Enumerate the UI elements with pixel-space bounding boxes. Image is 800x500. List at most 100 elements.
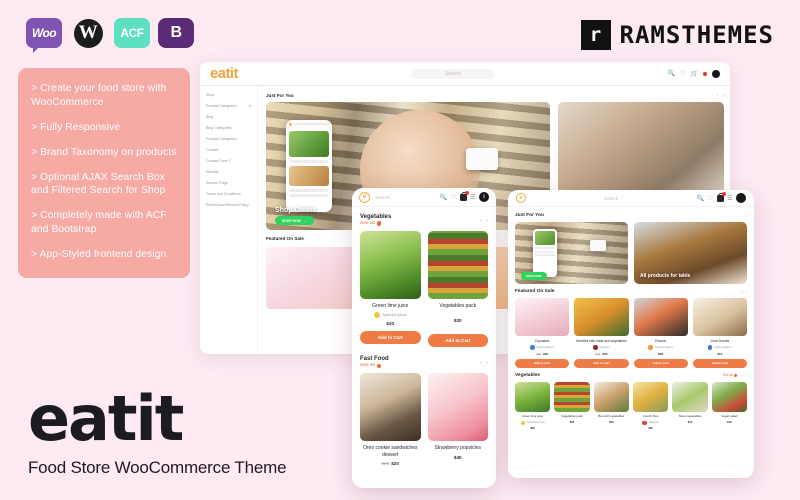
sidebar-item-label: Blog Categories <box>206 125 232 130</box>
section-title-just-for-you: Just For You <box>266 93 294 98</box>
product-image <box>360 231 421 299</box>
product-card[interactable]: Bun with vegetables $20 <box>593 381 629 430</box>
product-price: $40 <box>453 454 462 460</box>
see-all-link[interactable]: See all <box>723 373 738 377</box>
phone-search-input[interactable]: Search <box>375 195 435 200</box>
add-to-cart-button[interactable]: Add to Cart <box>515 358 570 368</box>
carousel-prev-icon[interactable]: ‹ <box>741 289 742 294</box>
product-card[interactable]: Vegetables pack $20 <box>554 381 590 430</box>
avatar[interactable] <box>736 193 746 203</box>
cart-badge <box>464 191 469 195</box>
product-card[interactable]: Sliced vegetables $15 <box>672 381 708 430</box>
add-to-cart-button[interactable]: Add to Cart <box>692 358 747 368</box>
add-to-cart-button[interactable]: Add to Cart <box>574 358 629 368</box>
add-to-cart-button[interactable]: Add to Cart <box>427 334 488 348</box>
see-all-icon <box>376 363 382 368</box>
carousel-next-icon[interactable]: › <box>486 218 488 224</box>
shop-now-button[interactable]: SHOP NOW <box>521 272 547 280</box>
wishlist-icon[interactable]: ♡ <box>708 195 713 202</box>
carousel-next-icon[interactable]: › <box>746 289 747 294</box>
wishlist-icon[interactable]: ♡ <box>451 194 456 201</box>
desktop-search-bar[interactable]: Search <box>246 68 660 79</box>
hero-banner-shop-online[interactable]: SHOP NOW <box>515 222 628 284</box>
avatar[interactable] <box>712 69 720 78</box>
product-image <box>515 298 570 336</box>
tablet-search-input[interactable]: Search <box>532 196 691 201</box>
product-brand: DigDug Bakery <box>693 345 747 350</box>
search-icon[interactable]: 🔍 <box>440 194 447 201</box>
section-title: Vegetables <box>515 372 541 378</box>
cart-badge <box>721 192 726 196</box>
product-price: $14 <box>717 351 723 356</box>
menu-icon[interactable]: ☰ <box>727 195 732 202</box>
wishlist-icon[interactable]: ♡ <box>680 70 685 77</box>
product-card[interactable]: Vegan salad $18 <box>711 381 747 430</box>
carousel-prev-icon[interactable]: ‹ <box>741 213 742 218</box>
product-price: $20 <box>648 427 653 431</box>
sidebar-item-product-categories[interactable]: Product Categories ▾ <box>206 104 251 108</box>
desktop-sidebar: Shop Product Categories ▾ Blog Blog Categ… <box>200 86 258 354</box>
sidebar-item-shop[interactable]: Shop <box>206 93 251 97</box>
bootstrap-logo-label: B <box>170 24 182 41</box>
add-to-cart-button[interactable]: Add to Cart <box>633 358 688 368</box>
carousel-next-icon[interactable]: › <box>722 93 724 99</box>
sidebar-item-contact-form-7[interactable]: Contact Form 7 <box>206 159 251 163</box>
carousel-prev-icon[interactable]: ‹ <box>717 93 719 99</box>
product-card[interactable]: Vegetables pack $20 Add to Cart <box>427 231 488 348</box>
menu-icon[interactable]: ☰ <box>470 194 475 201</box>
desktop-site-logo[interactable]: eatit <box>210 65 238 82</box>
feature-item: > Completely made with ACF and Bootstrap <box>31 210 167 236</box>
product-card[interactable]: Green lime juice Splendor juices $20 <box>515 381 551 430</box>
cart-icon[interactable] <box>459 191 469 201</box>
desktop-header-icons: 🔍 ♡ 🛒 <box>668 69 720 78</box>
product-card[interactable]: Cupcakes DigDug Bakery $50 $40 Add to Car… <box>515 298 570 368</box>
search-icon[interactable]: 🔍 <box>697 195 704 202</box>
product-name: Vegetables pack <box>439 303 477 309</box>
product-sale-price: $20 <box>391 460 399 466</box>
product-card[interactable]: Oreo cookie sandwiches dessert $25 $20 <box>360 373 421 466</box>
product-card[interactable]: Prawns Gourmet Farms $28 Add to Cart <box>633 298 688 368</box>
product-card[interactable]: French fries Vitapoint $20 <box>632 381 669 431</box>
sidebar-item-blog[interactable]: Blog <box>206 115 251 119</box>
sidebar-item-terms[interactable]: Terms and Conditions <box>206 192 251 196</box>
carousel-next-icon[interactable]: › <box>486 360 488 366</box>
sidebar-item-sample-page[interactable]: Sample Page <box>206 181 251 185</box>
hero-title: All products for table <box>640 273 691 279</box>
sidebar-item-refund-policy[interactable]: Refund and Returns Policy <box>206 203 251 207</box>
ramsthemes-wordmark: RAMSTHEMES <box>619 21 774 49</box>
see-all-link[interactable]: See all <box>360 221 391 226</box>
add-to-cart-button[interactable]: Add to Cart <box>360 331 421 345</box>
brand-label: Gourmet Farms <box>654 346 673 350</box>
product-card[interactable]: Strawberry popsicles $40 <box>427 373 488 466</box>
sidebar-item-label: Refund and Returns Policy <box>206 202 249 207</box>
sidebar-item-product-categories-2[interactable]: Product Categories <box>206 137 251 141</box>
cart-icon[interactable]: 🛒 <box>691 70 698 77</box>
search-icon[interactable]: 🔍 <box>668 70 675 77</box>
product-price: $45 $30 <box>574 352 628 356</box>
cart-icon[interactable] <box>716 192 726 202</box>
product-card[interactable]: Noodles with meat and vegetables Dietpoi… <box>574 298 629 368</box>
bootstrap-logo: B <box>158 18 194 48</box>
shop-now-button[interactable]: SHOP NOW → <box>275 216 315 225</box>
sidebar-item-blog-categories[interactable]: Blog Categories <box>206 126 251 130</box>
tablet-vegetables-grid: Green lime juice Splendor juices $20 Veg… <box>515 381 747 431</box>
product-card[interactable]: Green lime juice Splendor juices $20 Add… <box>360 231 421 347</box>
product-price: $28 <box>658 351 664 356</box>
hero-banner-all-products[interactable]: All products for table <box>634 222 747 284</box>
carousel-next-icon[interactable]: › <box>746 213 747 218</box>
phone-body: Vegetables See all ‹ › Green lime juice … <box>352 207 496 473</box>
sidebar-item-contact[interactable]: Contact <box>206 148 251 152</box>
carousel-prev-icon[interactable]: ‹ <box>479 360 481 366</box>
product-card[interactable]: Lima Donuts DigDug Bakery $14 Add to Car… <box>692 298 747 368</box>
tablet-site-logo[interactable]: e <box>516 193 526 203</box>
tablet-search-placeholder: Search <box>604 195 619 201</box>
brand-icon <box>530 345 535 350</box>
sidebar-item-wishlist[interactable]: Wishlist <box>206 170 251 174</box>
phone-site-logo[interactable]: e <box>359 191 370 203</box>
carousel-prev-icon[interactable]: ‹ <box>741 373 742 378</box>
see-all-link[interactable]: See all <box>360 363 389 368</box>
avatar[interactable]: i <box>479 192 489 202</box>
acf-logo: ACF <box>114 18 150 48</box>
carousel-prev-icon[interactable]: ‹ <box>479 218 481 224</box>
carousel-next-icon[interactable]: › <box>746 373 747 378</box>
